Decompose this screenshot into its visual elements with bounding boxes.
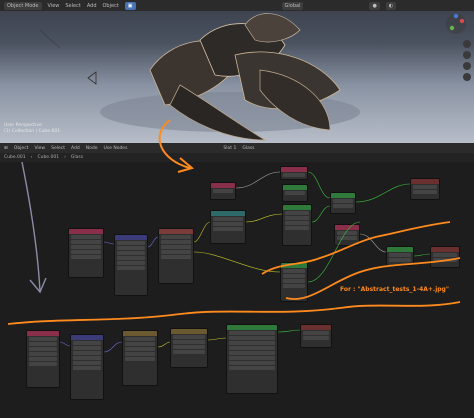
node-editor-header: ⊞ Object View Select Add Node Use Nodes … <box>0 143 474 153</box>
viewport-header: Object Mode View Select Add Object ▣ Glo… <box>0 0 474 11</box>
menu-select[interactable]: Select <box>65 3 80 9</box>
menu-object[interactable]: Object <box>103 3 119 9</box>
collection-label: (1) Collection | Cube.001 <box>4 129 61 134</box>
camera-gizmo <box>87 71 97 85</box>
select-mode-icon[interactable]: ▣ <box>124 1 136 10</box>
slot-dropdown[interactable]: Slot 1 <box>223 146 236 151</box>
menu-view[interactable]: View <box>34 146 45 151</box>
editor-type-icon[interactable]: ⊞ <box>4 146 8 151</box>
breadcrumb: Cube.001 › Cube.001 › Glass <box>0 153 474 162</box>
camera-view-icon[interactable] <box>463 62 471 70</box>
pan-icon[interactable] <box>463 51 471 59</box>
navigation-gizmo[interactable] <box>444 12 468 36</box>
viewport-scene <box>39 13 360 141</box>
shading-solid-icon[interactable]: ● <box>369 1 380 10</box>
shading-material-icon[interactable]: ◐ <box>385 1 397 10</box>
transform-orientation[interactable]: Global <box>281 1 304 10</box>
use-nodes-checkbox[interactable]: Use Nodes <box>103 146 127 151</box>
viewport-tools <box>463 40 471 81</box>
perspective-icon[interactable] <box>463 73 471 81</box>
annotation-text: For : "Abstract_tests_1-4A+.jpg" <box>340 286 449 293</box>
annotation-arrow-left <box>21 162 47 294</box>
node-canvas[interactable]: For : "Abstract_tests_1-4A+.jpg" <box>0 162 474 418</box>
mode-dropdown[interactable]: Object Mode <box>4 1 42 10</box>
z-axis-icon <box>453 13 459 19</box>
3d-viewport[interactable]: Object Mode View Select Add Object ▣ Glo… <box>0 0 474 143</box>
menu-select[interactable]: Select <box>51 146 65 151</box>
material-name[interactable]: Glass <box>242 146 254 151</box>
menu-add[interactable]: Add <box>87 3 97 9</box>
annotation-strokes <box>7 221 461 325</box>
menu-view[interactable]: View <box>48 3 60 9</box>
zoom-icon[interactable] <box>463 40 471 48</box>
y-axis-icon <box>449 25 455 31</box>
editor-object-dropdown[interactable]: Object <box>14 146 29 151</box>
viewport-info: User Perspective (1) Collection | Cube.0… <box>4 123 60 135</box>
breadcrumb-item[interactable]: Cube.001 <box>37 155 59 160</box>
menu-add[interactable]: Add <box>71 146 80 151</box>
menu-node[interactable]: Node <box>86 146 98 151</box>
breadcrumb-item[interactable]: Cube.001 <box>4 155 26 160</box>
x-axis-icon <box>459 18 465 24</box>
breadcrumb-item[interactable]: Glass <box>71 155 83 160</box>
